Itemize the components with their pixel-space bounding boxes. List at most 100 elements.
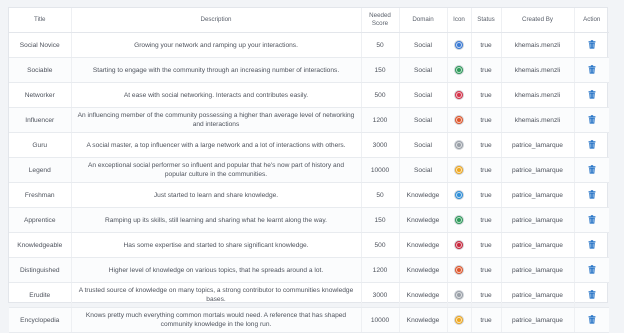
badge-needed-score: 10000 [360,307,399,333]
badge-icon-cell [446,307,471,333]
badges-table-container: Title Description Needed Score Domain Ic… [8,7,609,333]
badge-action-cell [573,57,609,83]
trash-icon[interactable] [588,90,596,99]
badge-title: Influencer [9,107,71,133]
table-row: Erudite A trusted source of knowledge on… [9,282,609,308]
table-row: Sociable Starting to engage with the com… [9,57,609,83]
badge-title: Social Novice [9,32,71,58]
header-description[interactable]: Description [70,8,361,33]
badge-icon-cell [446,257,471,283]
badge-status: true [470,182,501,208]
badge-created-by: khemais.menzli [500,107,574,133]
badge-icon [454,115,464,125]
badge-icon-cell [446,282,471,308]
badge-created-by: patrice_lamarque [500,307,574,333]
badge-icon [454,240,464,250]
badge-status: true [470,157,501,183]
badge-title: Sociable [9,57,71,83]
header-title[interactable]: Title [9,8,71,33]
badge-created-by: patrice_lamarque [500,232,574,258]
badge-description: An exceptional social performer so influ… [70,157,361,183]
badge-created-by: khemais.menzli [500,82,574,108]
table-row: Encyclopedia Knows pretty much everythin… [9,307,609,333]
badge-title: Erudite [9,282,71,308]
header-icon: Icon [446,8,471,33]
badge-action-cell [573,207,609,233]
badge-title: Guru [9,132,71,158]
badge-title: Legend [9,157,71,183]
badge-needed-score: 3000 [360,282,399,308]
trash-icon[interactable] [588,40,596,49]
badge-description: An influencing member of the community p… [70,107,361,133]
badge-created-by: patrice_lamarque [500,282,574,308]
badge-icon-cell [446,57,471,83]
badge-title: Apprentice [9,207,71,233]
badge-domain: Social [398,57,447,83]
badge-description: Growing your network and ramping up your… [70,32,361,58]
badge-needed-score: 50 [360,32,399,58]
badge-status: true [470,82,501,108]
badge-status: true [470,232,501,258]
badge-action-cell [573,307,609,333]
badge-title: Distinguished [9,257,71,283]
badge-domain: Knowledge [398,182,447,208]
badge-action-cell [573,82,609,108]
trash-icon[interactable] [588,290,596,299]
table-header-row: Title Description Needed Score Domain Ic… [9,8,609,33]
badge-action-cell [573,157,609,183]
badge-status: true [470,107,501,133]
badge-description: A trusted source of knowledge on many to… [70,282,361,308]
header-action: Action [573,8,609,33]
badge-domain: Social [398,32,447,58]
badge-status: true [470,307,501,333]
badge-action-cell [573,257,609,283]
badge-status: true [470,207,501,233]
header-needed-score[interactable]: Needed Score [360,8,399,33]
badges-table: Title Description Needed Score Domain Ic… [9,8,609,333]
trash-icon[interactable] [588,215,596,224]
trash-icon[interactable] [588,190,596,199]
badge-icon [454,265,464,275]
badge-description: Just started to learn and share knowledg… [70,182,361,208]
badge-icon-cell [446,232,471,258]
trash-icon[interactable] [588,165,596,174]
badge-status: true [470,257,501,283]
badge-domain: Social [398,132,447,158]
badge-status: true [470,57,501,83]
badge-icon [454,140,464,150]
header-domain[interactable]: Domain [398,8,447,33]
table-row: Guru A social master, a top influencer w… [9,132,609,158]
badge-icon [454,40,464,50]
trash-icon[interactable] [588,315,596,324]
badge-action-cell [573,132,609,158]
header-status[interactable]: Status [470,8,501,33]
header-created-by[interactable]: Created By [500,8,574,33]
badge-description: A social master, a top influencer with a… [70,132,361,158]
badge-created-by: patrice_lamarque [500,257,574,283]
trash-icon[interactable] [588,115,596,124]
trash-icon[interactable] [588,65,596,74]
badge-domain: Knowledge [398,282,447,308]
trash-icon[interactable] [588,265,596,274]
badge-status: true [470,32,501,58]
badge-needed-score: 500 [360,232,399,258]
badge-needed-score: 3000 [360,132,399,158]
badge-needed-score: 500 [360,82,399,108]
badge-icon [454,90,464,100]
badge-icon-cell [446,32,471,58]
badge-icon-cell [446,157,471,183]
badge-needed-score: 1200 [360,257,399,283]
badge-icon [454,190,464,200]
badge-status: true [470,132,501,158]
badge-domain: Knowledge [398,257,447,283]
badge-needed-score: 50 [360,182,399,208]
trash-icon[interactable] [588,240,596,249]
badge-icon [454,65,464,75]
badge-domain: Social [398,107,447,133]
badge-icon-cell [446,207,471,233]
badge-created-by: patrice_lamarque [500,157,574,183]
trash-icon[interactable] [588,140,596,149]
badge-description: At ease with social networking. Interact… [70,82,361,108]
badge-needed-score: 10000 [360,157,399,183]
table-row: Social Novice Growing your network and r… [9,32,609,58]
